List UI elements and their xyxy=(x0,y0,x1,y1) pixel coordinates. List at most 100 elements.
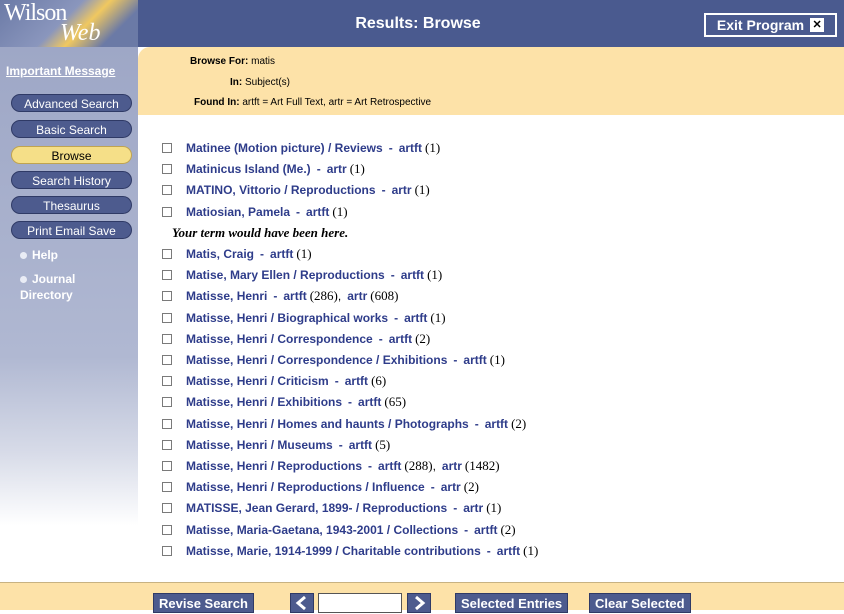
separator-dash: - xyxy=(381,183,386,198)
select-checkbox[interactable] xyxy=(162,249,172,259)
subject-term-link[interactable]: MATINO, Vittorio / Reproductions xyxy=(186,183,376,197)
select-checkbox[interactable] xyxy=(162,355,172,365)
placeholder-note: Your term would have been here. xyxy=(172,223,348,243)
exit-program-button[interactable]: Exit Program ✕ xyxy=(704,13,837,37)
database-link[interactable]: artr xyxy=(442,459,462,473)
clear-selected-button[interactable]: Clear Selected xyxy=(589,593,691,613)
database-link[interactable]: artft xyxy=(283,289,306,303)
select-checkbox[interactable] xyxy=(162,206,172,217)
subject-term-link[interactable]: Matisse, Henri / Correspondence / Exhibi… xyxy=(186,353,447,367)
subject-term-link[interactable]: Matisse, Henri / Reproductions xyxy=(186,459,362,473)
wilsonweb-logo[interactable]: Wilson Web xyxy=(0,0,138,47)
next-page-button[interactable] xyxy=(407,593,431,613)
print-email-save-button[interactable]: Print Email Save xyxy=(11,221,132,239)
result-count: (1) xyxy=(489,352,505,367)
subject-term-link[interactable]: Matisse, Henri / Biographical works xyxy=(186,311,388,325)
select-checkbox[interactable] xyxy=(162,545,172,556)
subject-term-link[interactable]: Matisse, Henri / Reproductions / Influen… xyxy=(186,480,425,494)
select-checkbox[interactable] xyxy=(162,143,172,153)
database-link[interactable]: artft xyxy=(378,459,401,473)
journal-directory-link[interactable]: Journal Directory xyxy=(20,271,120,303)
selected-entries-button[interactable]: Selected Entries xyxy=(455,593,569,613)
search-info-panel: Browse For: matis In: Subject(s) Found I… xyxy=(138,47,844,115)
subject-term-link[interactable]: Matisse, Henri xyxy=(186,289,267,303)
subject-term-link[interactable]: Matisse, Henri / Correspondence xyxy=(186,332,373,346)
subject-term-link[interactable]: Matisse, Marie, 1914-1999 / Charitable c… xyxy=(186,544,481,558)
database-link[interactable]: artft xyxy=(463,353,486,367)
browse-for-label: Browse For: xyxy=(190,56,249,67)
result-count: (2) xyxy=(415,330,431,346)
subject-term-link[interactable]: Matinicus Island (Me.) xyxy=(186,162,311,176)
database-link[interactable]: artft xyxy=(358,395,381,409)
search-history-button[interactable]: Search History xyxy=(11,171,132,189)
important-message-link[interactable]: Important Message xyxy=(6,64,115,78)
header-bar: Wilson Web Results: Browse Exit Program … xyxy=(0,0,844,47)
bullet-icon xyxy=(20,276,27,284)
database-link[interactable]: artft xyxy=(474,523,497,537)
subject-term-link[interactable]: Matisse, Maria-Gaetana, 1943-2001 / Coll… xyxy=(186,523,458,537)
select-checkbox[interactable] xyxy=(162,270,172,281)
database-link[interactable]: artft xyxy=(399,141,422,155)
page-input[interactable] xyxy=(318,593,402,613)
help-link[interactable]: Help xyxy=(20,248,58,262)
select-checkbox[interactable] xyxy=(162,185,172,196)
subject-term-link[interactable]: Matise, Mary Ellen / Reproductions xyxy=(186,268,385,282)
select-checkbox[interactable] xyxy=(162,503,172,514)
subject-term-link[interactable]: Matisse, Henri / Exhibitions xyxy=(186,395,342,409)
subject-term-link[interactable]: Matinee (Motion picture) / Reviews xyxy=(186,141,383,155)
result-count: (288) xyxy=(404,458,433,473)
chevron-right-icon xyxy=(415,595,426,611)
database-link[interactable]: artft xyxy=(349,438,372,452)
database-link[interactable]: artr xyxy=(327,162,347,176)
browse-button[interactable]: Browse xyxy=(11,146,132,164)
database-link[interactable]: artft xyxy=(270,247,293,261)
database-link[interactable]: artr xyxy=(347,289,367,303)
select-checkbox[interactable] xyxy=(162,164,172,175)
subject-term-link[interactable]: Matiosian, Pamela xyxy=(186,205,290,219)
result-count: (1) xyxy=(427,267,443,283)
select-checkbox[interactable] xyxy=(162,291,172,302)
select-checkbox[interactable] xyxy=(162,461,172,471)
advanced-search-button[interactable]: Advanced Search xyxy=(11,94,132,112)
select-checkbox[interactable] xyxy=(162,482,172,493)
database-link[interactable]: artft xyxy=(401,268,424,282)
database-link[interactable]: artft xyxy=(404,311,427,325)
in-value: Subject(s) xyxy=(245,77,291,88)
database-link[interactable]: artft xyxy=(485,417,508,431)
subject-term-link[interactable]: Matisse, Henri / Criticism xyxy=(186,374,329,388)
database-link[interactable]: artft xyxy=(389,332,412,346)
result-count: (1) xyxy=(425,140,441,155)
separator-dash: - xyxy=(453,501,458,516)
journal-directory-label: Journal Directory xyxy=(20,272,76,302)
database-link[interactable]: artft xyxy=(345,374,368,388)
subject-term-link[interactable]: Matisse, Henri / Homes and haunts / Phot… xyxy=(186,417,469,431)
subject-term-link[interactable]: Matis, Craig xyxy=(186,247,254,261)
revise-search-button[interactable]: Revise Search xyxy=(153,593,254,613)
previous-page-button[interactable] xyxy=(290,593,314,613)
database-link[interactable]: artft xyxy=(497,544,520,558)
select-checkbox[interactable] xyxy=(162,376,172,387)
database-link[interactable]: artft xyxy=(306,205,329,219)
select-checkbox[interactable] xyxy=(162,418,172,429)
select-checkbox[interactable] xyxy=(162,524,172,535)
database-link[interactable]: artr xyxy=(441,480,461,494)
subject-term-link[interactable]: Matisse, Henri / Museums xyxy=(186,438,333,452)
result-count: (1482) xyxy=(464,458,500,473)
list-item: Matisse, Henri / Exhibitions - artft (65) xyxy=(162,392,406,412)
select-checkbox[interactable] xyxy=(162,397,172,408)
chevron-left-icon xyxy=(295,595,306,611)
found-in-label: Found In: xyxy=(194,97,240,108)
list-item: Matisse, Henri - artft (286), artr (608) xyxy=(162,286,398,306)
select-checkbox[interactable] xyxy=(162,312,172,323)
separator-dash: - xyxy=(430,480,435,495)
database-link[interactable]: artr xyxy=(463,501,483,515)
select-checkbox[interactable] xyxy=(162,333,172,344)
thesaurus-button[interactable]: Thesaurus xyxy=(11,196,132,214)
result-count: (1) xyxy=(414,182,430,198)
select-checkbox[interactable] xyxy=(162,439,172,450)
database-link[interactable]: artr xyxy=(392,183,412,197)
basic-search-button[interactable]: Basic Search xyxy=(11,120,132,138)
subject-term-link[interactable]: MATISSE, Jean Gerard, 1899- / Reproducti… xyxy=(186,501,447,515)
separator-dash: - xyxy=(296,204,301,219)
separator-dash: - xyxy=(273,289,278,304)
